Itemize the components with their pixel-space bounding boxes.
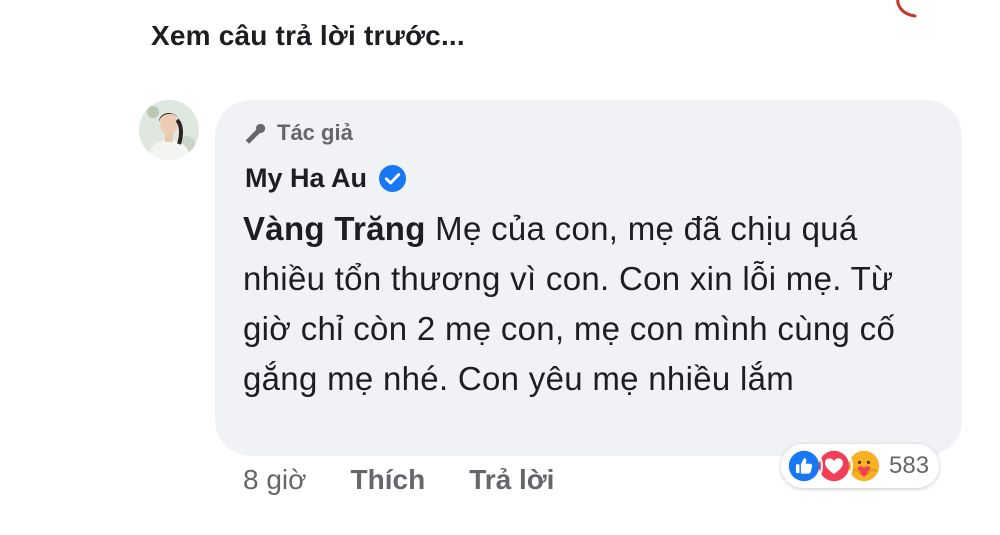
author-name[interactable]: My Ha Au [245,163,367,194]
like-button[interactable]: Thích [351,464,426,496]
reply-button[interactable]: Trả lời [469,464,554,496]
reaction-count: 583 [889,452,930,479]
verified-badge-icon [379,165,407,192]
microphone-icon [245,123,266,144]
see-previous-replies-link[interactable]: Xem câu trả lời trước... [151,20,465,52]
comment-bubble: Tác giả My Ha Au Vàng Trăng Mẹ của con, … [215,100,962,456]
author-badge: Tác giả [245,120,353,146]
comment-actions: 8 giờ Thích Trả lời [243,464,598,496]
avatar-photo-icon [139,100,199,160]
comment-text: Vàng Trăng Mẹ của con, mẹ đã chịu quá nh… [243,204,943,404]
mention-link[interactable]: Vàng Trăng [243,210,426,247]
author-badge-label: Tác giả [277,120,353,145]
corner-decoration-icon [896,0,917,18]
like-icon [785,447,823,485]
avatar[interactable] [139,100,199,160]
comment-timestamp[interactable]: 8 giờ [243,464,307,496]
author-name-row: My Ha Au [245,163,407,194]
reactions-summary[interactable]: 583 [781,444,940,488]
